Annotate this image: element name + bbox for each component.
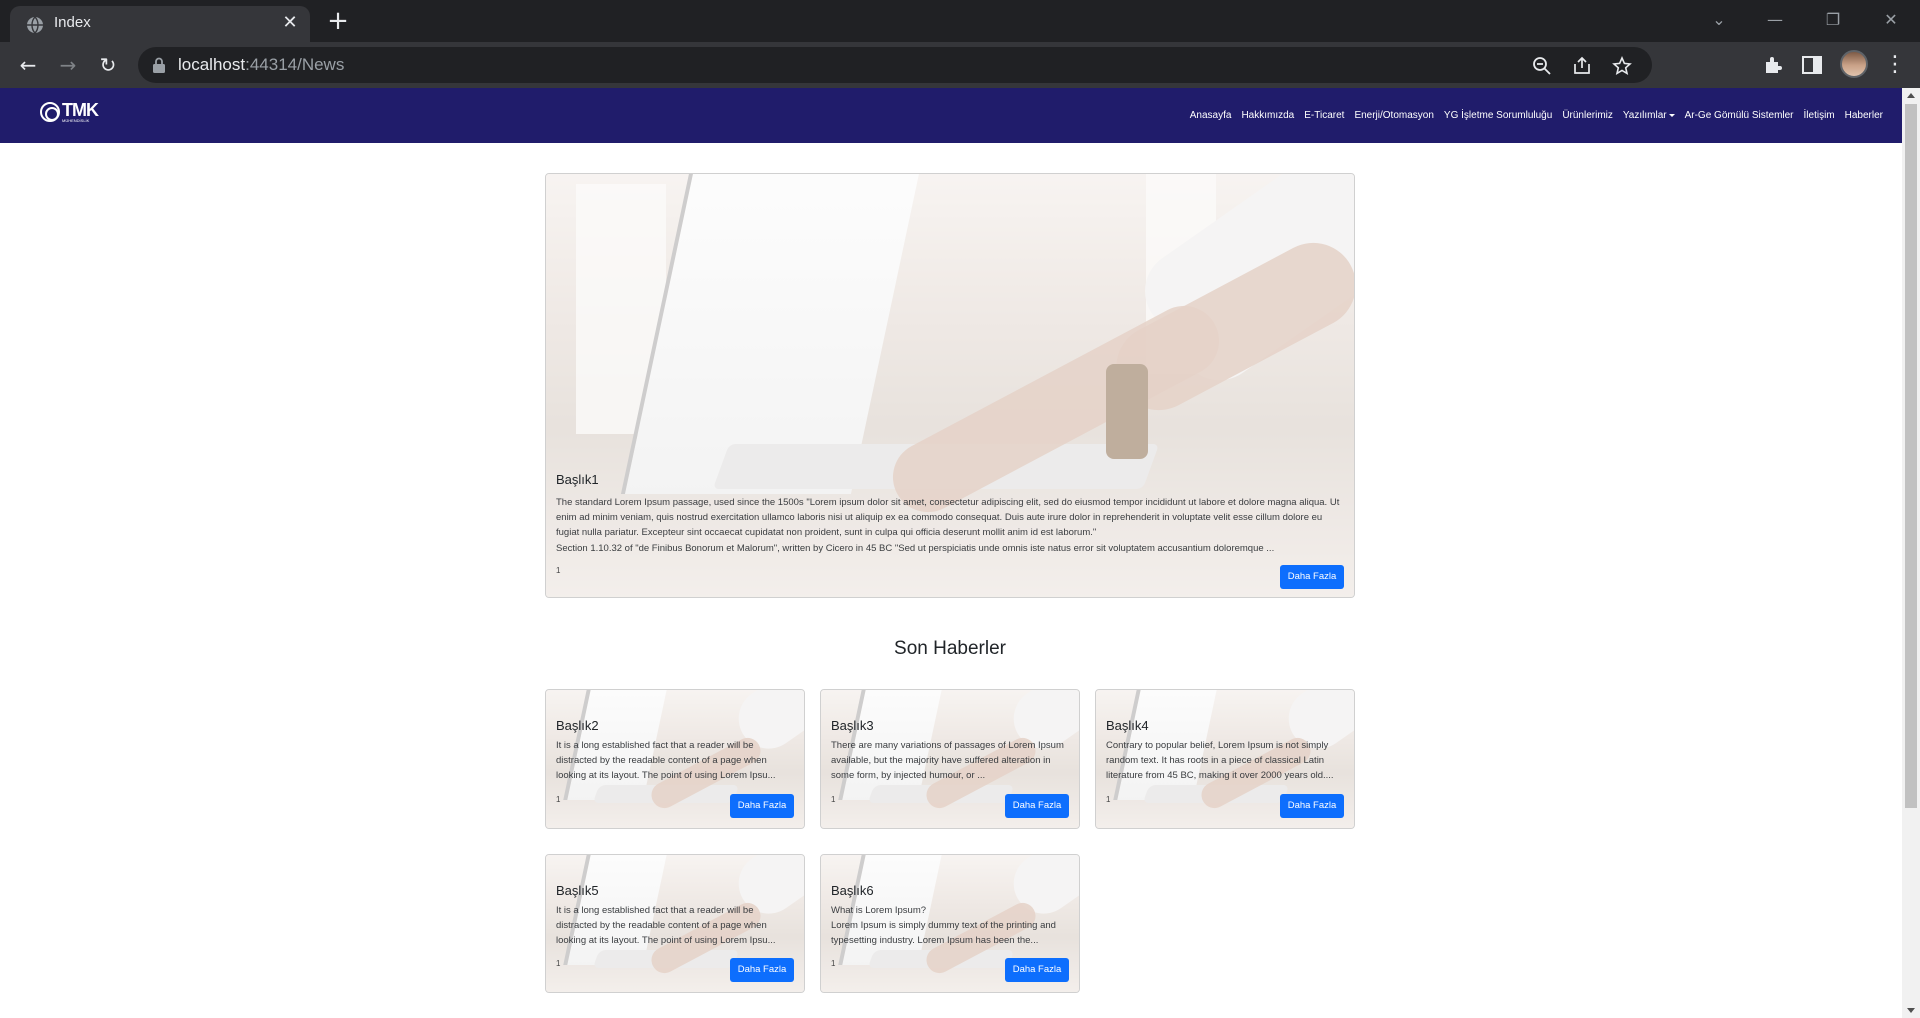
news-card-title: Başlık4 — [1106, 718, 1149, 733]
browser-tab[interactable]: Index ✕ — [10, 6, 310, 42]
side-panel-icon[interactable] — [1801, 54, 1823, 76]
read-more-button[interactable]: Daha Fazla — [730, 958, 794, 982]
news-card-text: There are many variations of passages of… — [831, 740, 1064, 781]
reload-icon[interactable]: ↻ — [94, 51, 122, 79]
logo-mark-icon — [40, 102, 60, 122]
address-bar[interactable]: localhost:44314/News — [138, 47, 1652, 83]
site-navbar: TMK MÜHENDİSLİK Anasayfa Hakkımızda E-Ti… — [0, 88, 1902, 143]
featured-read-more-button[interactable]: Daha Fazla — [1280, 565, 1344, 589]
lock-icon — [153, 57, 165, 73]
news-card-text: It is a long established fact that a rea… — [556, 905, 776, 946]
zoom-icon[interactable] — [1532, 56, 1552, 76]
news-card-number: 1 — [556, 959, 561, 968]
news-card-title: Başlık5 — [556, 883, 599, 898]
scroll-down-icon[interactable] — [1907, 1008, 1915, 1013]
nav-item-yazilimlar-label: Yazılımlar — [1622, 110, 1667, 121]
new-tab-icon[interactable]: + — [324, 8, 352, 36]
nav-item-yg[interactable]: YG İşletme Sorumluluğu — [1439, 110, 1557, 121]
tab-search-icon[interactable]: ⌄ — [1704, 6, 1734, 34]
nav-item-arge[interactable]: Ar-Ge Gömülü Sistemler — [1680, 110, 1799, 121]
restore-icon[interactable]: ❐ — [1818, 6, 1848, 34]
nav-item-haberler[interactable]: Haberler — [1840, 110, 1888, 121]
nav-item-yazilimlar[interactable]: Yazılımlar — [1618, 110, 1680, 121]
profile-avatar[interactable] — [1840, 50, 1868, 78]
news-card: Başlık3 There are many variations of pas… — [820, 689, 1080, 829]
url-path: :44314/News — [245, 55, 345, 74]
featured-news-text: The standard Lorem Ipsum passage, used s… — [556, 497, 1340, 538]
nav-item-urunlerimiz[interactable]: Ürünlerimiz — [1557, 110, 1618, 121]
news-card-title: Başlık2 — [556, 718, 599, 733]
featured-news-text-2: Section 1.10.32 of "de Finibus Bonorum e… — [556, 543, 1275, 554]
featured-news-number: 1 — [556, 566, 561, 575]
read-more-button[interactable]: Daha Fazla — [730, 794, 794, 818]
logo-subtext: MÜHENDİSLİK — [62, 118, 90, 123]
browser-tab-strip: Index ✕ + ⌄ — ❐ ✕ — [0, 0, 1920, 42]
nav-item-hakkimizda[interactable]: Hakkımızda — [1236, 110, 1299, 121]
page-scrollbar[interactable] — [1902, 88, 1920, 1018]
read-more-button[interactable]: Daha Fazla — [1005, 794, 1069, 818]
news-card: Başlık6 What is Lorem Ipsum? Lorem Ipsum… — [820, 854, 1080, 993]
forward-icon[interactable]: → — [54, 51, 82, 79]
tab-title: Index — [54, 14, 91, 31]
news-card-text: It is a long established fact that a rea… — [556, 740, 776, 781]
caret-down-icon — [1668, 113, 1675, 117]
bookmark-star-icon[interactable] — [1612, 56, 1632, 76]
back-icon[interactable]: ← — [14, 51, 42, 79]
scroll-up-icon[interactable] — [1907, 93, 1915, 98]
news-card-text: What is Lorem Ipsum? Lorem Ipsum is simp… — [831, 905, 1056, 946]
news-card: Başlık2 It is a long established fact th… — [545, 689, 805, 829]
news-card-number: 1 — [831, 959, 836, 968]
site-logo[interactable]: TMK MÜHENDİSLİK — [38, 100, 108, 126]
page-viewport: TMK MÜHENDİSLİK Anasayfa Hakkımızda E-Ti… — [0, 88, 1902, 1018]
scrollbar-thumb[interactable] — [1905, 104, 1917, 808]
featured-news-card: Başlık1 The standard Lorem Ipsum passage… — [545, 173, 1355, 598]
close-window-icon[interactable]: ✕ — [1876, 6, 1906, 34]
featured-news-title: Başlık1 — [556, 472, 599, 487]
news-card: Başlık5 It is a long established fact th… — [545, 854, 805, 993]
read-more-button[interactable]: Daha Fazla — [1280, 794, 1344, 818]
extensions-icon[interactable] — [1762, 54, 1784, 76]
read-more-button[interactable]: Daha Fazla — [1005, 958, 1069, 982]
news-card-title: Başlık3 — [831, 718, 874, 733]
menu-kebab-icon[interactable]: ⋮ — [1884, 52, 1906, 78]
share-icon[interactable] — [1572, 56, 1592, 76]
news-card-number: 1 — [556, 795, 561, 804]
nav-menu: Anasayfa Hakkımızda E-Ticaret Enerji/Oto… — [1185, 110, 1888, 121]
minimize-icon[interactable]: — — [1760, 6, 1790, 34]
section-title: Son Haberler — [894, 638, 1006, 659]
news-card-title: Başlık6 — [831, 883, 874, 898]
news-card: Başlık4 Contrary to popular belief, Lore… — [1095, 689, 1355, 829]
news-card-number: 1 — [831, 795, 836, 804]
news-card-text: Contrary to popular belief, Lorem Ipsum … — [1106, 740, 1334, 781]
url-text: localhost:44314/News — [178, 55, 344, 75]
address-toolbar: ← → ↻ localhost:44314/News ⋮ — [0, 42, 1920, 88]
close-tab-icon[interactable]: ✕ — [280, 13, 300, 33]
nav-item-eticaret[interactable]: E-Ticaret — [1299, 110, 1349, 121]
globe-icon — [27, 16, 43, 34]
url-host: localhost — [178, 55, 246, 74]
nav-item-iletisim[interactable]: İletişim — [1799, 110, 1840, 121]
nav-item-anasayfa[interactable]: Anasayfa — [1185, 110, 1237, 121]
news-card-number: 1 — [1106, 795, 1111, 804]
nav-item-enerji[interactable]: Enerji/Otomasyon — [1349, 110, 1438, 121]
